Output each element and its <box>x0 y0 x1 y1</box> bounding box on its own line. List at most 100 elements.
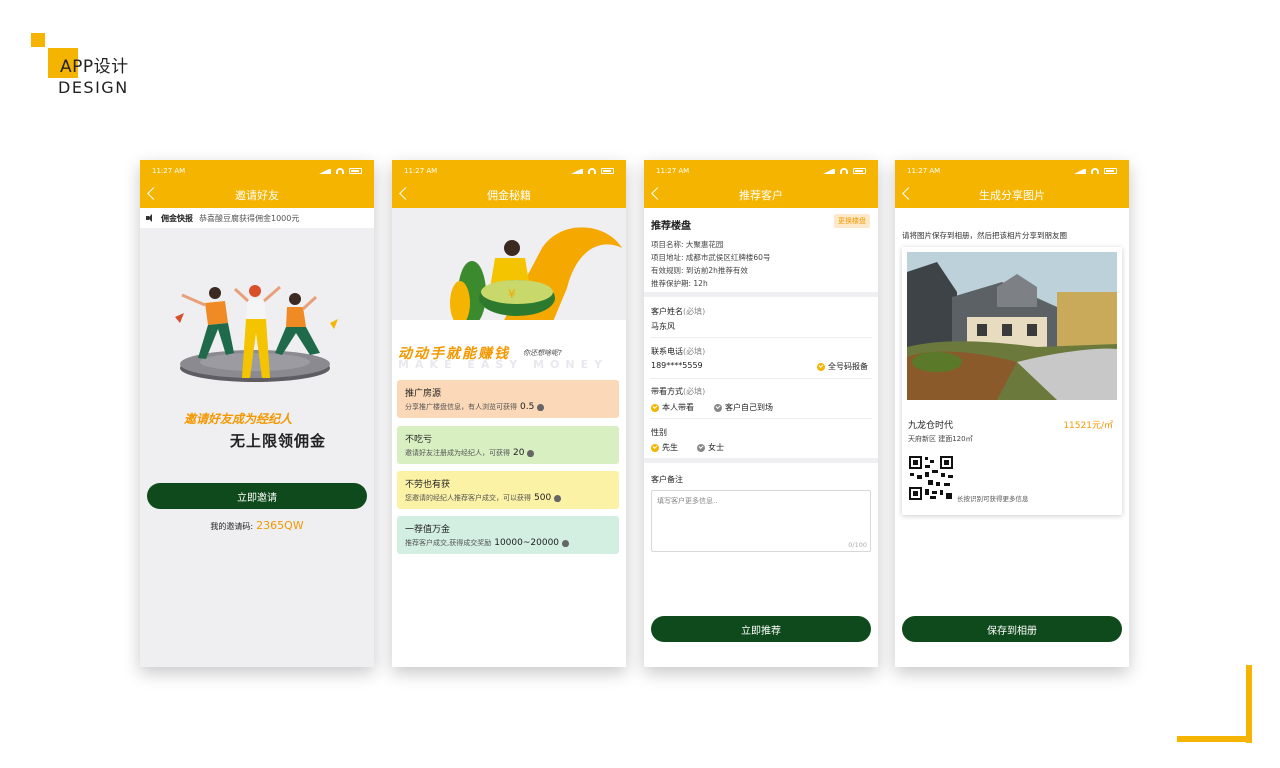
tip-card-desc-text: 邀请好友注册成为经纪人，可获得 <box>405 449 510 457</box>
status-time: 11:27 AM <box>656 167 690 175</box>
ticker-text: 恭喜酸豆腐获得佣金1000元 <box>199 213 300 223</box>
wifi-icon <box>840 168 848 174</box>
project-address: 项目地址: 成都市武侯区红牌楼60号 <box>651 253 771 262</box>
tip-card[interactable]: 推广房源 分享推广楼盘信息，有人浏览可获得 0.5 <box>397 380 619 418</box>
remark-label: 客户备注 <box>651 475 683 484</box>
checked-icon <box>651 443 659 452</box>
tip-card-amount: 0.5 <box>520 402 535 412</box>
client-name-input[interactable]: 马东风 <box>651 321 675 332</box>
tip-card-desc: 邀请好友注册成为经纪人，可获得 20 <box>405 448 611 458</box>
nav-title: 推荐客户 <box>739 189 783 202</box>
money-bag-icon <box>537 403 545 411</box>
tip-card[interactable]: 一荐值万金 推荐客户成交,获得成交奖励 10000~20000 <box>397 516 619 554</box>
tip-card-amount: 10000~20000 <box>494 538 560 548</box>
tip-card[interactable]: 不吃亏 邀请好友注册成为经纪人，可获得 20 <box>397 426 619 464</box>
section-divider <box>644 292 878 297</box>
back-arrow-icon[interactable] <box>902 187 915 200</box>
back-arrow-icon[interactable] <box>147 187 160 200</box>
battery-icon <box>349 168 362 174</box>
unchecked-icon <box>697 443 705 452</box>
tip-card-amount: 500 <box>534 493 552 503</box>
remark-textarea[interactable]: 填写客户更多信息.. 0/100 <box>651 490 871 552</box>
section-title-project: 推荐楼盘 <box>651 221 691 232</box>
tip-card-desc-text: 分享推广楼盘信息，有人浏览可获得 <box>405 403 517 411</box>
invite-now-button[interactable]: 立即邀请 <box>147 483 367 509</box>
tip-card-desc-text: 您邀请的经纪人推荐客户成交，可以获得 <box>405 494 531 502</box>
slogan-line-2: 无上限领佣金 <box>230 432 327 450</box>
nav-title: 邀请好友 <box>235 189 279 202</box>
tip-card-desc: 分享推广楼盘信息，有人浏览可获得 0.5 <box>405 402 611 412</box>
row-divider <box>650 337 872 338</box>
nav-bar: 邀请好友 <box>140 182 374 208</box>
dancing-people-illustration <box>175 285 338 382</box>
full-number-checkbox[interactable]: 全号码报备 <box>817 361 868 372</box>
ghost-text: MAKE EASY MONEY <box>398 358 609 371</box>
client-phone-input[interactable]: 189****5559 <box>651 361 703 370</box>
recommend-now-button[interactable]: 立即推荐 <box>651 616 871 642</box>
signal-icon <box>319 168 331 174</box>
remark-counter: 0/100 <box>848 541 867 549</box>
money-bag-icon <box>562 539 570 547</box>
status-bar: 11:27 AM <box>392 160 626 182</box>
status-bar: 11:27 AM <box>140 160 374 182</box>
battery-icon <box>1104 168 1117 174</box>
gender-label: 性别 <box>651 428 667 437</box>
corner-bracket-vertical <box>1246 665 1252 743</box>
save-to-album-button[interactable]: 保存到相册 <box>902 616 1122 642</box>
speaker-icon <box>146 214 155 222</box>
row-divider <box>650 418 872 419</box>
client-name-label: 客户姓名(必填) <box>651 307 706 316</box>
ticker-label: 佣金快报 <box>161 213 193 223</box>
checked-icon <box>817 362 825 371</box>
share-card: 九龙仓时代 11521元/㎡ 天府新区 建面120㎡ 长按识别可获得更多信息 <box>902 247 1122 515</box>
nav-title: 生成分享图片 <box>979 189 1045 202</box>
visit-option-self[interactable]: 本人带看 <box>651 402 694 413</box>
brand-title: APP设计 <box>60 57 129 77</box>
project-name: 项目名称: 大聚惠花园 <box>651 240 724 249</box>
signal-icon <box>571 168 583 174</box>
back-arrow-icon[interactable] <box>651 187 664 200</box>
status-time: 11:27 AM <box>404 167 438 175</box>
brand-subtitle: DESIGN <box>58 78 129 97</box>
visit-method-label: 带看方式(必填) <box>651 387 706 396</box>
phone-commission-tips: 11:27 AM 佣金秘籍 ¥ 动动手就能赚钱 你还想啥呢? MAKE EASY… <box>392 160 626 667</box>
tip-card-desc-text: 推荐客户成交,获得成交奖励 <box>405 539 492 547</box>
section-divider <box>644 458 878 463</box>
project-protect-period: 推荐保护期: 12h <box>651 279 708 288</box>
change-project-button[interactable]: 更换楼盘 <box>834 214 870 228</box>
invite-code-label: 我的邀请码: <box>210 522 254 531</box>
checked-icon <box>651 403 659 412</box>
status-time: 11:27 AM <box>152 167 186 175</box>
back-arrow-icon[interactable] <box>399 187 412 200</box>
phone-recommend-client: 11:27 AM 推荐客户 推荐楼盘 更换楼盘 项目名称: 大聚惠花园 项目地址… <box>644 160 878 667</box>
tip-card[interactable]: 不劳也有获 您邀请的经纪人推荐客户成交，可以获得 500 <box>397 471 619 509</box>
gender-option-male[interactable]: 先生 <box>651 442 678 453</box>
design-showcase: APP设计 DESIGN 11:27 AM 邀请好友 佣金快报 恭喜酸豆腐获得佣… <box>0 0 1280 768</box>
brand-corner-square <box>31 33 45 47</box>
svg-text:¥: ¥ <box>508 287 516 301</box>
status-icons <box>319 168 362 174</box>
nav-title: 佣金秘籍 <box>487 189 531 202</box>
sub-headline: 你还想啥呢? <box>523 349 562 357</box>
client-phone-label: 联系电话(必填) <box>651 347 706 356</box>
battery-icon <box>601 168 614 174</box>
signal-icon <box>823 168 835 174</box>
remark-placeholder: 填写客户更多信息.. <box>657 497 718 505</box>
phone-share-image: 11:27 AM 生成分享图片 请将图片保存到相册，然后把该相片分享到朋友圈 九… <box>895 160 1129 667</box>
tip-card-desc: 您邀请的经纪人推荐客户成交，可以获得 500 <box>405 493 611 503</box>
tip-card-amount: 20 <box>513 448 525 458</box>
status-icons <box>823 168 866 174</box>
house-price: 11521元/㎡ <box>1063 421 1113 431</box>
visit-option-client[interactable]: 客户自己到场 <box>714 402 773 413</box>
tip-card-title: 不劳也有获 <box>405 480 451 490</box>
invite-code-value[interactable]: 2365QW <box>256 519 304 532</box>
project-rule: 有效规则: 到访前2h推荐有效 <box>651 266 748 275</box>
qr-code <box>908 455 954 501</box>
nav-bar: 推荐客户 <box>644 182 878 208</box>
corner-bracket-horizontal <box>1177 736 1252 742</box>
gender-option-female[interactable]: 女士 <box>697 442 724 453</box>
nav-bar: 生成分享图片 <box>895 182 1129 208</box>
commission-ticker: 佣金快报 恭喜酸豆腐获得佣金1000元 <box>140 208 374 228</box>
hero-banner: ¥ <box>392 208 626 324</box>
share-hint: 请将图片保存到相册，然后把该相片分享到朋友圈 <box>902 231 1067 240</box>
